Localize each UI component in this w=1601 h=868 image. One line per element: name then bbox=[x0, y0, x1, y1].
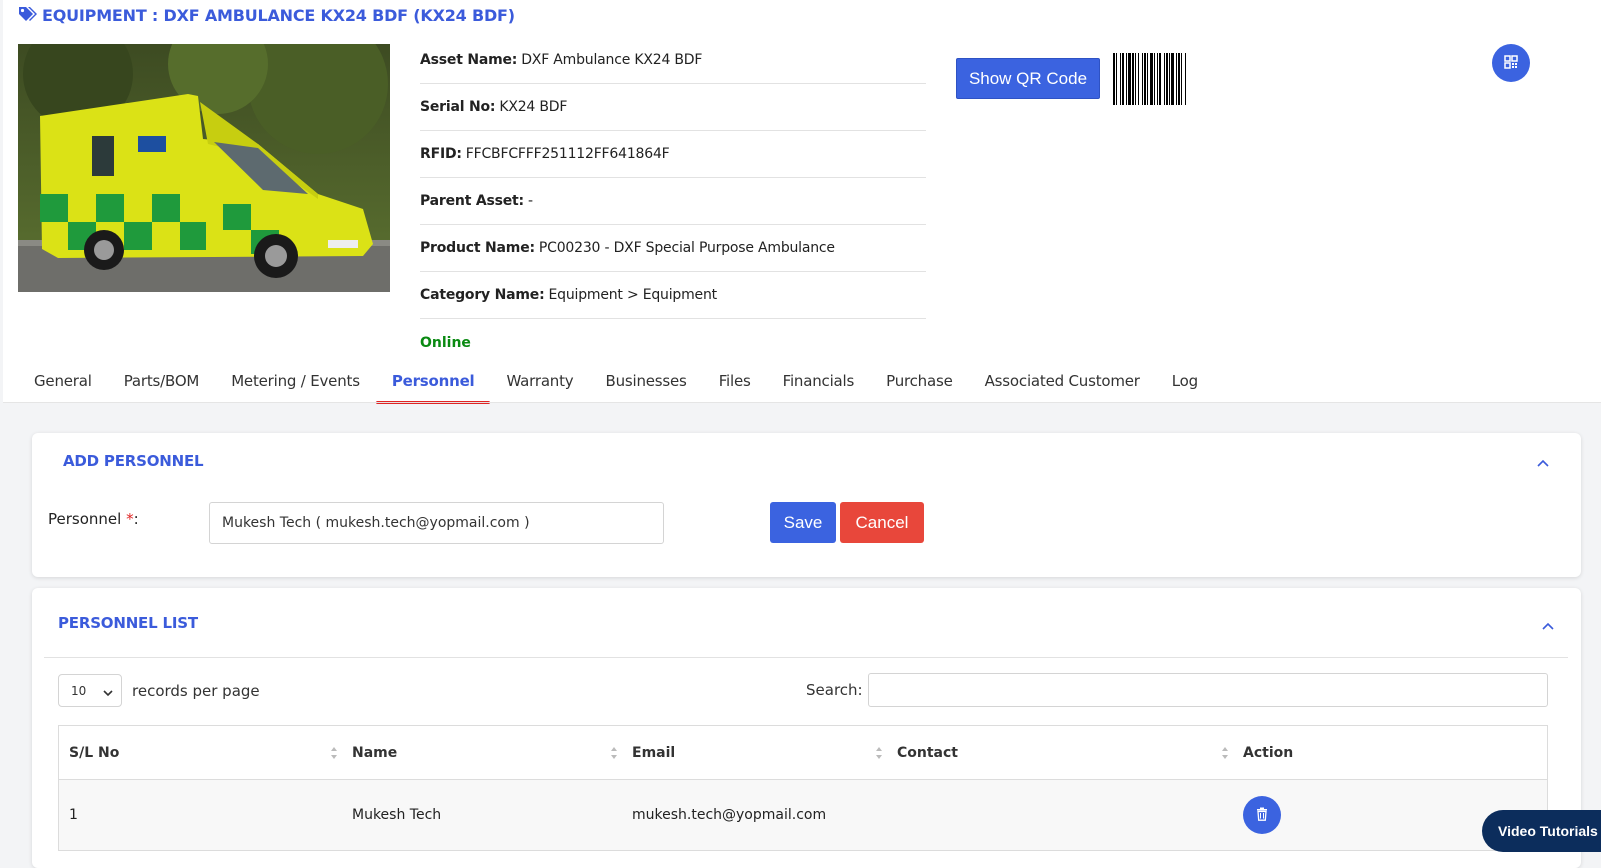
tab-businesses[interactable]: Businesses bbox=[589, 362, 702, 404]
add-personnel-title: ADD PERSONNEL bbox=[63, 452, 204, 470]
asset-photo bbox=[18, 44, 390, 292]
column-header-label: Contact bbox=[897, 744, 958, 761]
column-header-label: S/L No bbox=[69, 744, 120, 761]
records-per-page-label: records per page bbox=[132, 682, 260, 700]
column-header-action: Action bbox=[1233, 726, 1547, 779]
info-row-serial-no: Serial No: KX24 BDF bbox=[420, 84, 926, 131]
chevron-up-icon[interactable] bbox=[1541, 616, 1555, 635]
cancel-button[interactable]: Cancel bbox=[840, 502, 924, 543]
tabs-divider bbox=[3, 402, 1601, 403]
info-row-category-name: Category Name: Equipment > Equipment bbox=[420, 272, 926, 319]
column-header-label: Action bbox=[1243, 744, 1294, 761]
tab-files[interactable]: Files bbox=[703, 362, 767, 404]
page-length-select[interactable]: 10 bbox=[58, 674, 122, 707]
sort-icon bbox=[330, 746, 338, 764]
show-qr-code-button[interactable]: Show QR Code bbox=[956, 58, 1100, 99]
info-row-parent-asset: Parent Asset: - bbox=[420, 178, 926, 225]
rfid-label: RFID: bbox=[420, 146, 462, 162]
column-header-label: Email bbox=[632, 744, 676, 761]
parent-asset-value: - bbox=[527, 193, 533, 209]
serial-no-value: KX24 BDF bbox=[499, 99, 568, 115]
tab-personnel[interactable]: Personnel bbox=[375, 362, 491, 404]
personnel-list-card: PERSONNEL LIST 10 records per page Searc… bbox=[32, 588, 1581, 868]
sort-icon bbox=[875, 746, 883, 764]
product-name-value: PC00230 - DXF Special Purpose Ambulance bbox=[538, 240, 835, 256]
table-row: 1 Mukesh Tech mukesh.tech@yopmail.com bbox=[59, 780, 1547, 850]
required-asterisk: * bbox=[126, 510, 134, 528]
parent-asset-label: Parent Asset: bbox=[420, 193, 524, 209]
tab-general[interactable]: General bbox=[18, 362, 108, 404]
qr-code-icon bbox=[1504, 54, 1518, 72]
info-row-rfid: RFID: FFCBFCFFF251112FF641864F bbox=[420, 131, 926, 178]
cell-name: Mukesh Tech bbox=[352, 807, 442, 823]
asset-name-value: DXF Ambulance KX24 BDF bbox=[521, 52, 703, 68]
personnel-label-colon: : bbox=[133, 510, 139, 528]
rfid-value: FFCBFCFFF251112FF641864F bbox=[465, 146, 670, 162]
qr-code-button[interactable] bbox=[1492, 44, 1530, 82]
delete-button[interactable] bbox=[1243, 796, 1281, 834]
product-name-label: Product Name: bbox=[420, 240, 535, 256]
column-header-email[interactable]: Email bbox=[622, 726, 887, 779]
tab-log[interactable]: Log bbox=[1156, 362, 1214, 404]
chevron-up-icon[interactable] bbox=[1536, 453, 1550, 472]
tab-parts-bom[interactable]: Parts/BOM bbox=[108, 362, 215, 404]
page-title-text: EQUIPMENT : DXF AMBULANCE KX24 BDF (KX24… bbox=[42, 5, 515, 25]
cell-email: mukesh.tech@yopmail.com bbox=[632, 807, 827, 823]
sort-icon bbox=[610, 746, 618, 764]
asset-name-label: Asset Name: bbox=[420, 52, 518, 68]
page-length-value: 10 bbox=[71, 683, 87, 698]
category-name-value: Equipment > Equipment bbox=[548, 287, 718, 303]
table-header: S/L No Name Email Contact Action bbox=[59, 726, 1547, 780]
personnel-table: S/L No Name Email Contact Action 1 Mukes… bbox=[58, 725, 1548, 851]
tab-purchase[interactable]: Purchase bbox=[870, 362, 969, 404]
tab-associated-customer[interactable]: Associated Customer bbox=[969, 362, 1156, 404]
asset-info-list: Asset Name: DXF Ambulance KX24 BDF Seria… bbox=[420, 37, 926, 366]
barcode bbox=[1113, 53, 1249, 109]
personnel-label-text: Personnel bbox=[48, 510, 122, 528]
chevron-down-icon bbox=[103, 686, 113, 700]
tab-warranty[interactable]: Warranty bbox=[490, 362, 589, 404]
info-row-status: Online bbox=[420, 319, 926, 366]
search-label: Search: bbox=[806, 681, 863, 699]
save-button[interactable]: Save bbox=[770, 502, 836, 543]
tab-financials[interactable]: Financials bbox=[767, 362, 871, 404]
column-header-name[interactable]: Name bbox=[342, 726, 622, 779]
serial-no-label: Serial No: bbox=[420, 99, 496, 115]
status-badge: Online bbox=[420, 334, 471, 351]
tab-metering-events[interactable]: Metering / Events bbox=[215, 362, 376, 404]
column-header-sl-no[interactable]: S/L No bbox=[59, 726, 342, 779]
tag-icon bbox=[18, 6, 38, 24]
cell-contact bbox=[887, 780, 1233, 850]
section-divider bbox=[44, 657, 1568, 658]
column-header-label: Name bbox=[352, 744, 398, 761]
info-row-product-name: Product Name: PC00230 - DXF Special Purp… bbox=[420, 225, 926, 272]
search-input[interactable] bbox=[868, 673, 1548, 707]
trash-icon bbox=[1256, 807, 1268, 824]
category-name-label: Category Name: bbox=[420, 287, 545, 303]
tab-bar: General Parts/BOM Metering / Events Pers… bbox=[18, 362, 1214, 404]
column-header-contact[interactable]: Contact bbox=[887, 726, 1233, 779]
add-personnel-card: ADD PERSONNEL Personnel *: Save Cancel bbox=[32, 433, 1581, 577]
cell-sl-no: 1 bbox=[69, 807, 78, 823]
info-row-asset-name: Asset Name: DXF Ambulance KX24 BDF bbox=[420, 37, 926, 84]
personnel-input[interactable] bbox=[209, 502, 664, 544]
page-title: EQUIPMENT : DXF AMBULANCE KX24 BDF (KX24… bbox=[18, 4, 515, 26]
personnel-list-title: PERSONNEL LIST bbox=[58, 614, 198, 632]
sort-icon bbox=[1221, 746, 1229, 764]
personnel-field-label: Personnel *: bbox=[48, 510, 139, 528]
video-tutorials-button[interactable]: Video Tutorials bbox=[1482, 810, 1601, 852]
